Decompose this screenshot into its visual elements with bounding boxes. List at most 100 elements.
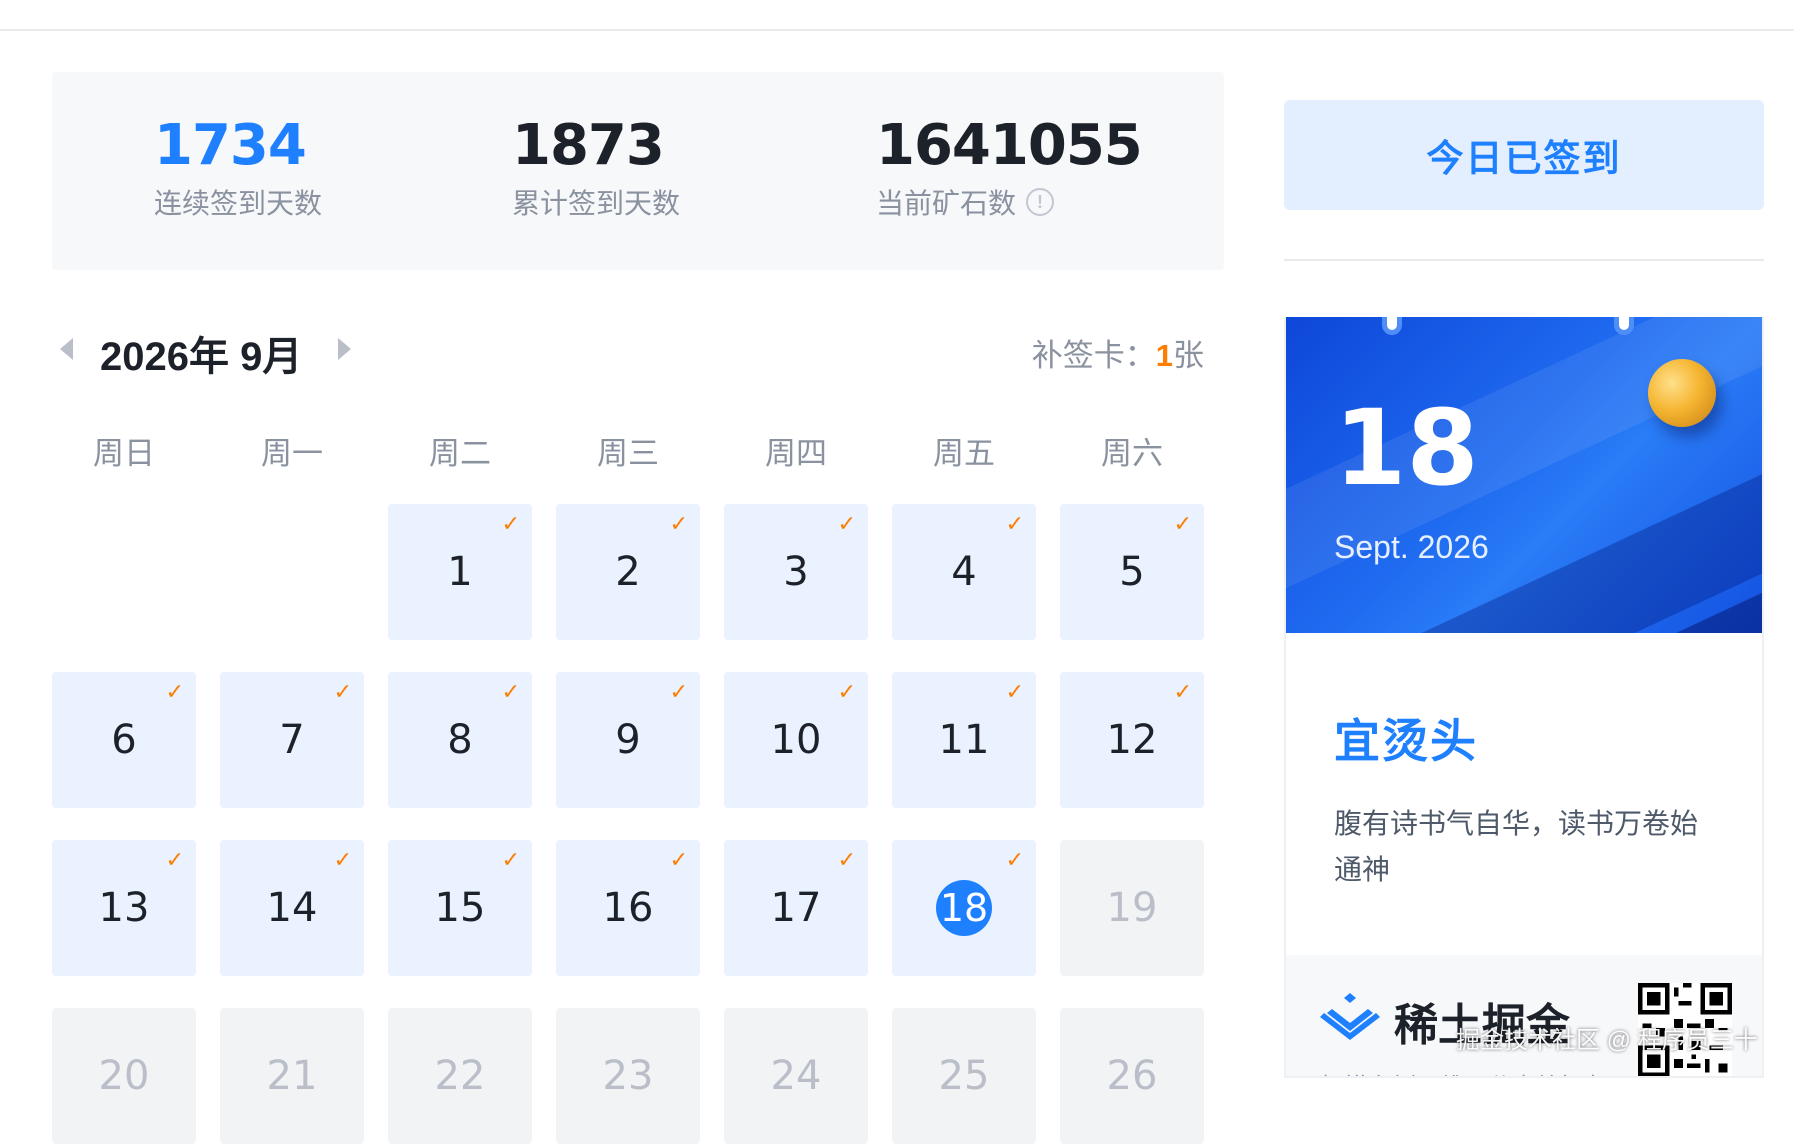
day-number: 14: [266, 885, 318, 931]
ore-ball-icon: [1648, 359, 1716, 427]
sidebar-divider: [1284, 259, 1764, 261]
card-banner: 18 Sept. 2026: [1286, 317, 1762, 633]
weekday-label: 周一: [261, 436, 323, 471]
calendar-day[interactable]: 2 ✓: [556, 504, 700, 640]
checkmark-icon: ✓: [669, 512, 688, 537]
calendar-day[interactable]: 13 ✓: [52, 840, 196, 976]
month-title: 2026年 9月: [100, 335, 303, 379]
consecutive-days-label: 连续签到天数: [154, 188, 323, 219]
prev-month-icon[interactable]: [60, 338, 73, 360]
day-number: 16: [602, 885, 654, 931]
calendar-day[interactable]: 23: [556, 1008, 700, 1144]
calendar-day[interactable]: 7 ✓: [220, 672, 364, 808]
scan-hint: 扫描右侧二维码分享给好友: [1320, 1067, 1608, 1076]
calendar-day[interactable]: 15 ✓: [388, 840, 532, 976]
calendar-day[interactable]: 3 ✓: [724, 504, 868, 640]
calendar-day[interactable]: 5 ✓: [1060, 504, 1204, 640]
calendar-day[interactable]: 11 ✓: [892, 672, 1036, 808]
checkmark-icon: ✓: [669, 680, 688, 705]
ore-label: 当前矿石数: [876, 188, 1017, 219]
checkmark-icon: ✓: [1005, 512, 1024, 537]
consecutive-days-value: 1734: [154, 113, 307, 178]
checkmark-icon: ✓: [837, 512, 856, 537]
checkmark-icon: ✓: [1173, 512, 1192, 537]
day-number: 25: [938, 1053, 990, 1099]
checkmark-icon: ✓: [165, 680, 184, 705]
watermark: 掘金技术社区 @ 程序员三十: [1456, 1027, 1758, 1054]
day-number: 7: [279, 717, 305, 763]
day-number: 8: [447, 717, 473, 763]
calendar-day[interactable]: 16 ✓: [556, 840, 700, 976]
day-number: 23: [602, 1053, 654, 1099]
checkmark-icon: ✓: [837, 848, 856, 873]
weekday-label: 周四: [765, 436, 827, 471]
day-number: 1: [447, 549, 473, 595]
calendar-day[interactable]: 26: [1060, 1008, 1204, 1144]
card-footer: 稀土掘金 扫描右侧二维码分享给好友: [1286, 955, 1762, 1076]
checkmark-icon: ✓: [501, 848, 520, 873]
signed-today-button[interactable]: 今日已签到: [1284, 100, 1764, 210]
checkmark-icon: ✓: [165, 848, 184, 873]
checkmark-icon: ✓: [1005, 680, 1024, 705]
weekday-label: 周三: [597, 436, 659, 471]
weekday-header: 周日 周一 周二 周三 周四 周五 周六: [52, 420, 1224, 476]
day-number: 10: [770, 717, 822, 763]
calendar-day[interactable]: 21: [220, 1008, 364, 1144]
stat-total: 1873 累计签到天数: [512, 116, 680, 222]
day-number: 12: [1106, 717, 1158, 763]
total-days-value: 1873: [512, 113, 665, 178]
day-number: 2: [615, 549, 641, 595]
makeup-card-info: 补签卡：1张: [1032, 330, 1204, 375]
calendar-day[interactable]: 20: [52, 1008, 196, 1144]
day-number: 4: [951, 549, 977, 595]
calendar-day[interactable]: 22: [388, 1008, 532, 1144]
calendar-day[interactable]: 18 ✓: [892, 840, 1036, 976]
day-number: 19: [1106, 885, 1158, 931]
ore-value: 1641055: [876, 113, 1143, 178]
checkmark-icon: ✓: [1005, 848, 1024, 873]
day-number: 24: [770, 1053, 822, 1099]
fortune-card: 18 Sept. 2026 宜烫头 腹有诗书气自华，读书万卷始通神 稀土掘金 扫…: [1284, 317, 1764, 1078]
today-marker: 18: [936, 880, 992, 936]
calendar-day[interactable]: 9 ✓: [556, 672, 700, 808]
calendar-day[interactable]: 24: [724, 1008, 868, 1144]
luck-description: 腹有诗书气自华，读书万卷始通神: [1334, 808, 1699, 885]
day-number: 20: [98, 1053, 150, 1099]
calendar-day[interactable]: 25: [892, 1008, 1036, 1144]
weekday-label: 周日: [93, 436, 155, 471]
day-number: 26: [1106, 1053, 1158, 1099]
day-number: 5: [1119, 549, 1145, 595]
day-number: 11: [938, 717, 990, 763]
next-month-icon[interactable]: [338, 338, 351, 360]
calendar-day[interactable]: 17 ✓: [724, 840, 868, 976]
makeup-count: 1: [1155, 338, 1173, 373]
calendar-day[interactable]: 1 ✓: [388, 504, 532, 640]
stat-ore: 1641055 当前矿石数 !: [876, 113, 1143, 222]
total-days-label: 累计签到天数: [512, 188, 681, 219]
calendar-day[interactable]: 12 ✓: [1060, 672, 1204, 808]
calendar-day[interactable]: 4 ✓: [892, 504, 1036, 640]
calendar-day[interactable]: 8 ✓: [388, 672, 532, 808]
day-number: 3: [783, 549, 809, 595]
calendar-day[interactable]: 10 ✓: [724, 672, 868, 808]
calendar-day[interactable]: 14 ✓: [220, 840, 364, 976]
makeup-label: 补签卡：: [1031, 338, 1156, 373]
day-number: 9: [615, 717, 641, 763]
info-icon[interactable]: !: [1026, 188, 1055, 216]
checkmark-icon: ✓: [501, 512, 520, 537]
makeup-unit: 张: [1173, 338, 1204, 373]
checkmark-icon: ✓: [333, 680, 352, 705]
day-number: 22: [434, 1053, 486, 1099]
stat-consecutive: 1734 连续签到天数: [154, 116, 322, 222]
calendar-day[interactable]: 19: [1060, 840, 1204, 976]
stats-panel: 1734 连续签到天数 1873 累计签到天数 1641055 当前矿石数 !: [52, 72, 1224, 270]
checkmark-icon: ✓: [837, 680, 856, 705]
card-date: Sept. 2026: [1334, 529, 1489, 565]
day-number: 17: [770, 885, 822, 931]
weekday-label: 周五: [933, 436, 995, 471]
checkmark-icon: ✓: [501, 680, 520, 705]
juejin-logo-icon: [1320, 993, 1380, 1040]
checkmark-icon: ✓: [333, 848, 352, 873]
calendar-day[interactable]: 6 ✓: [52, 672, 196, 808]
day-number: 15: [434, 885, 486, 931]
